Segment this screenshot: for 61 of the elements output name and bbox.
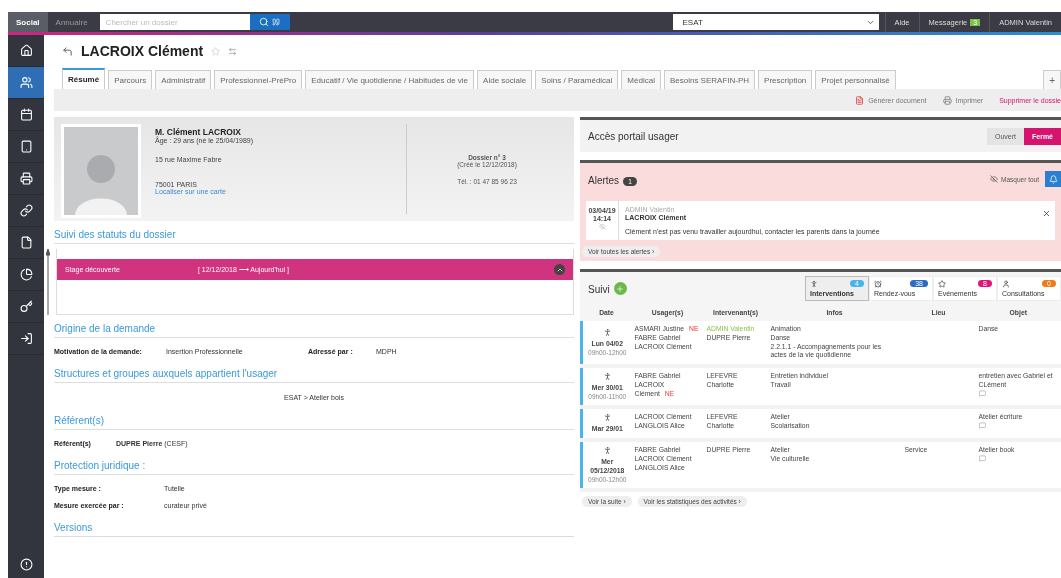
section-title: Origine de la demande xyxy=(54,315,574,338)
person-name: M. Clément LACROIX xyxy=(155,127,242,137)
establishment-select[interactable]: ESAT xyxy=(672,14,879,30)
tab[interactable]: Prescription xyxy=(758,70,813,89)
section-title: Protection juridique : xyxy=(54,452,574,475)
tab[interactable]: Besoins SERAFIN-PH xyxy=(663,70,756,89)
tab[interactable]: Administratif xyxy=(155,70,212,89)
eye-off-icon xyxy=(990,175,999,183)
printer-icon xyxy=(19,172,33,185)
tab[interactable]: Parcours xyxy=(108,70,153,89)
tab[interactable]: Educatif / Vie quotidienne / Habitudes de vie xyxy=(305,70,475,89)
section-title: Référent(s) xyxy=(54,407,574,430)
person-icon xyxy=(602,446,612,456)
tab[interactable]: Soins / Paramédical xyxy=(535,70,619,89)
key-icon xyxy=(19,300,33,313)
star-icon[interactable] xyxy=(211,46,221,56)
plus-icon xyxy=(616,284,625,293)
pdf-icon xyxy=(855,95,865,105)
tab[interactable]: Résumé xyxy=(62,68,106,89)
section-title: Suivi des statuts du dossier xyxy=(54,221,574,244)
search-button[interactable] xyxy=(249,14,290,30)
user-icon xyxy=(1002,279,1010,288)
tab[interactable]: Professionnel-PréPro xyxy=(214,70,303,89)
home-icon xyxy=(19,44,33,57)
person-icon xyxy=(602,328,612,338)
users-icon xyxy=(19,76,33,89)
printer-icon xyxy=(942,95,952,105)
login-icon xyxy=(19,332,33,345)
calendar-icon xyxy=(19,108,33,121)
person-icon xyxy=(810,279,818,288)
search-icon xyxy=(259,17,270,27)
close-icon[interactable] xyxy=(1042,209,1051,218)
app-tab[interactable]: Annuaire xyxy=(47,12,96,32)
collapse-toggle[interactable] xyxy=(554,264,565,275)
back-icon[interactable] xyxy=(62,45,73,57)
bell-button[interactable] xyxy=(1045,171,1061,187)
document-icon xyxy=(19,236,33,249)
bell-icon xyxy=(1048,174,1058,184)
eye-off-icon xyxy=(598,223,606,230)
tab[interactable]: Aide sociale xyxy=(477,70,533,89)
sidebar-item[interactable] xyxy=(8,67,44,99)
app-tab[interactable]: Social xyxy=(8,12,48,32)
tab[interactable]: Médical xyxy=(621,70,661,89)
person-icon xyxy=(602,372,612,382)
quote-icon xyxy=(272,18,281,26)
panel-title: Alertes xyxy=(588,175,620,186)
page-title: LACROIX Clément xyxy=(81,43,204,59)
alert-icon xyxy=(19,557,33,571)
section-title: Versions xyxy=(54,514,574,537)
person-icon xyxy=(602,413,612,423)
section-title: Structures et groupes auxquels appartient l'usager xyxy=(54,360,574,383)
star-icon xyxy=(938,279,946,288)
pie-chart-icon xyxy=(19,268,33,281)
add-tab[interactable]: + xyxy=(1043,70,1061,89)
tab[interactable]: Projet personnalisé xyxy=(815,70,896,89)
alarm-clock-icon xyxy=(874,279,882,288)
tablet-icon xyxy=(19,140,33,153)
panel-title: Accès portail usager xyxy=(588,130,679,142)
link-icon xyxy=(19,204,33,217)
panel-title: Suivi xyxy=(588,284,610,295)
timeline-arrow xyxy=(46,249,50,315)
